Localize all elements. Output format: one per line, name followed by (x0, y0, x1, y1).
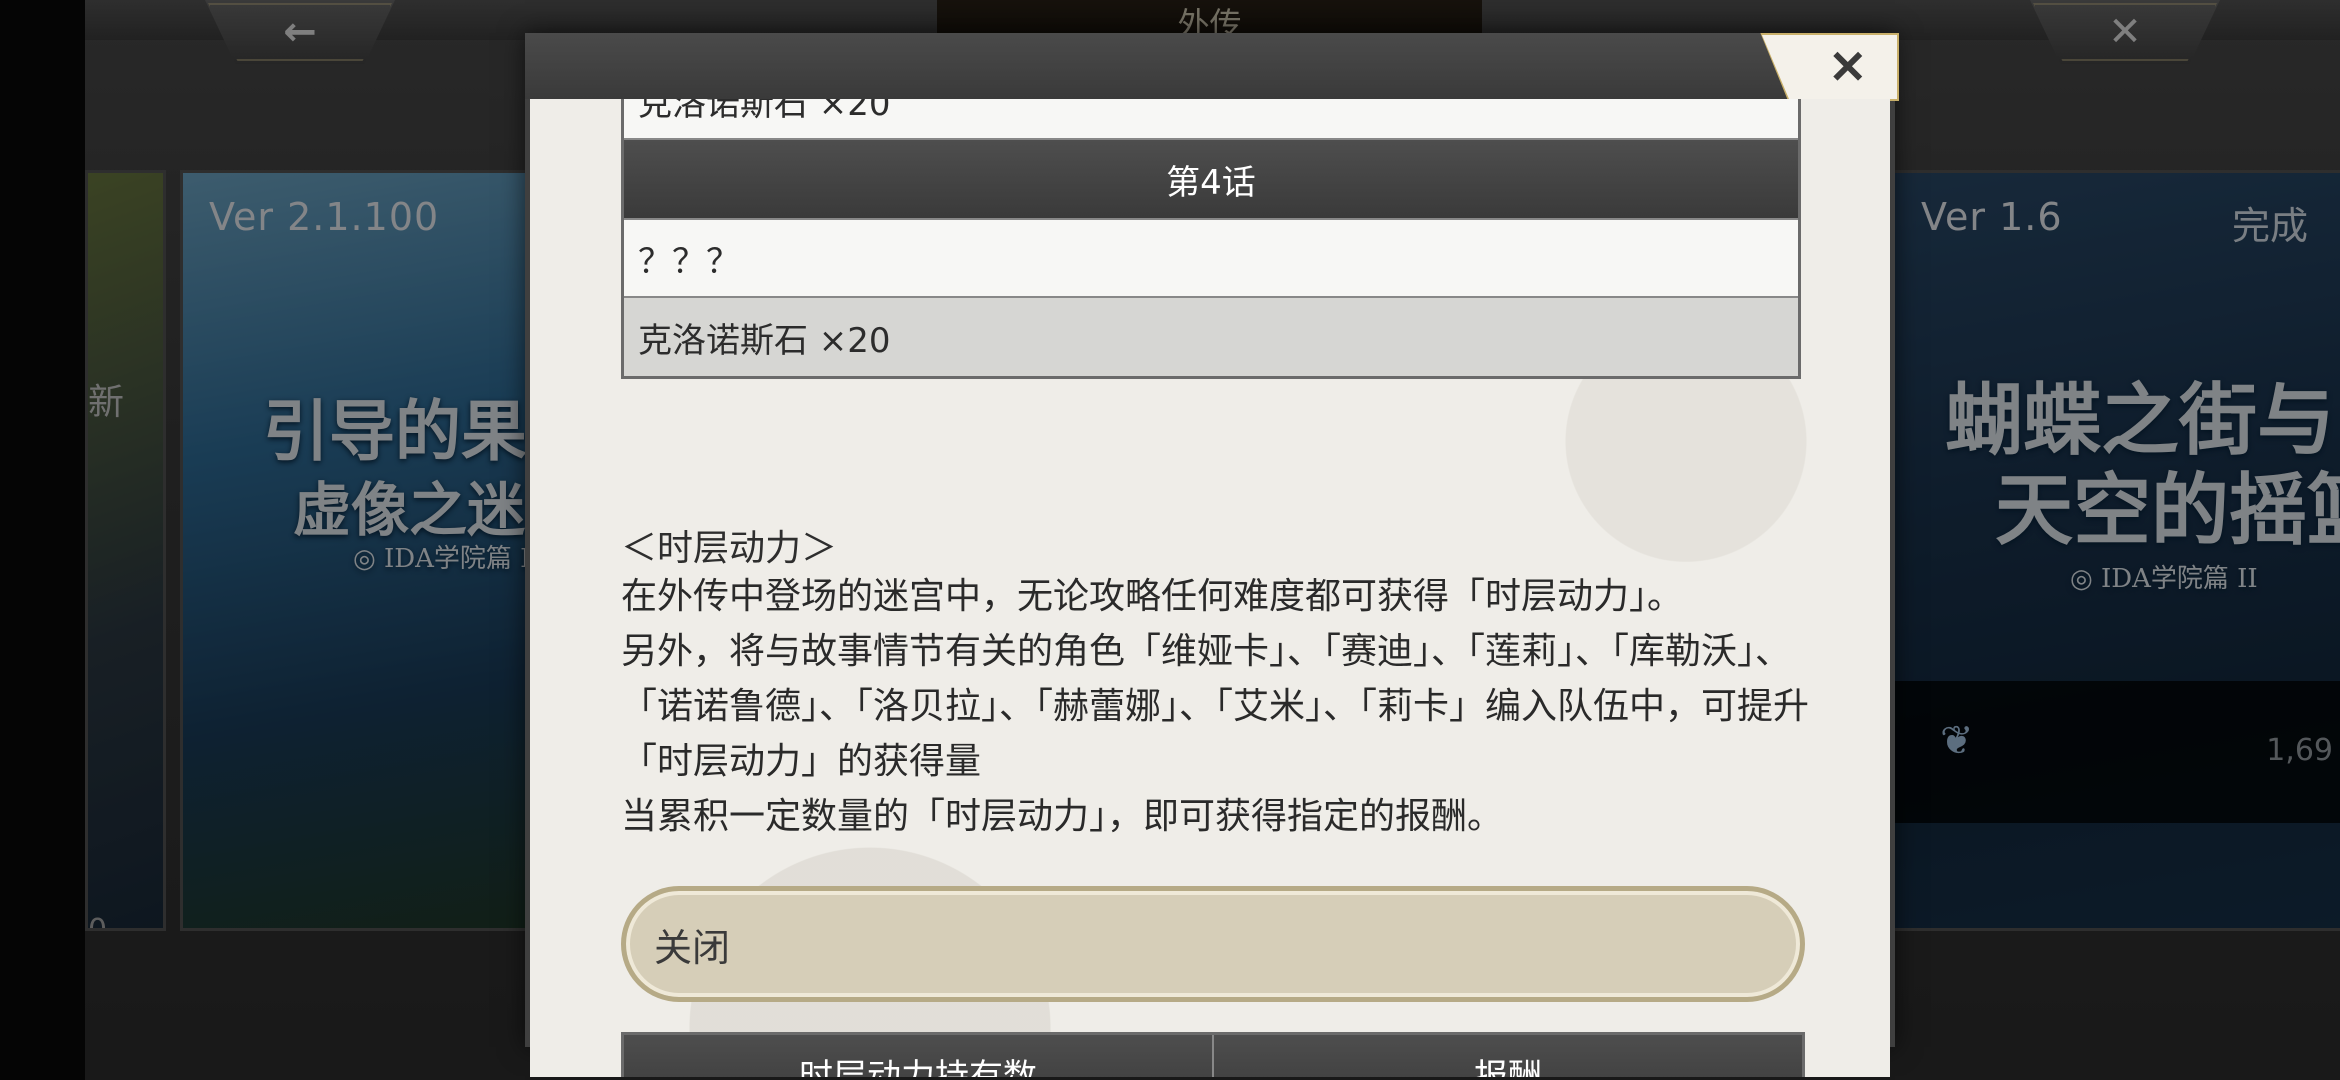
info-dialog: ✕ 克洛诺斯石 ×20 第4话 ？？？ 克洛诺斯石 ×20 ＜时层动力＞ 在外传… (525, 33, 1899, 1077)
table-row: ？？？ (624, 220, 1798, 298)
reward-table: 克洛诺斯石 ×20 第4话 ？？？ 克洛诺斯石 ×20 (621, 99, 1801, 379)
table-row: 克洛诺斯石 ×20 (624, 298, 1798, 376)
close-button-label: 关闭 (654, 925, 731, 970)
close-button[interactable]: 关闭 (621, 886, 1805, 1002)
table-header-holdings: 时层动力持有数 (799, 1057, 1037, 1077)
close-icon: ✕ (1828, 41, 1867, 93)
game-screen: 外传 ← ✕ 新 0 Ver 2.1.100 引导的果实 虚像之迷 ◎ IDA学… (0, 0, 2340, 1080)
dynamics-table-header: 时层动力持有数 报酬 (621, 1032, 1805, 1077)
reward-cell: 克洛诺斯石 ×20 (638, 99, 891, 124)
table-header-row: 第4话 (624, 140, 1798, 220)
section-title: ＜时层动力＞ (621, 528, 838, 569)
table-header-reward: 报酬 (1212, 1035, 1802, 1077)
table-row: 克洛诺斯石 ×20 (624, 99, 1798, 140)
dialog-header (525, 33, 1895, 99)
description-text: 在外传中登场的迷宫中，无论攻略任何难度都可获得「时层动力」。 另外，将与故事情节… (621, 576, 1810, 837)
condition-cell: ？？？ (638, 241, 740, 282)
reward-cell: 克洛诺斯石 ×20 (638, 320, 891, 361)
dialog-body[interactable]: 克洛诺斯石 ×20 第4话 ？？？ 克洛诺斯石 ×20 ＜时层动力＞ 在外传中登… (530, 99, 1890, 1077)
chapter-header: 第4话 (1166, 162, 1256, 203)
